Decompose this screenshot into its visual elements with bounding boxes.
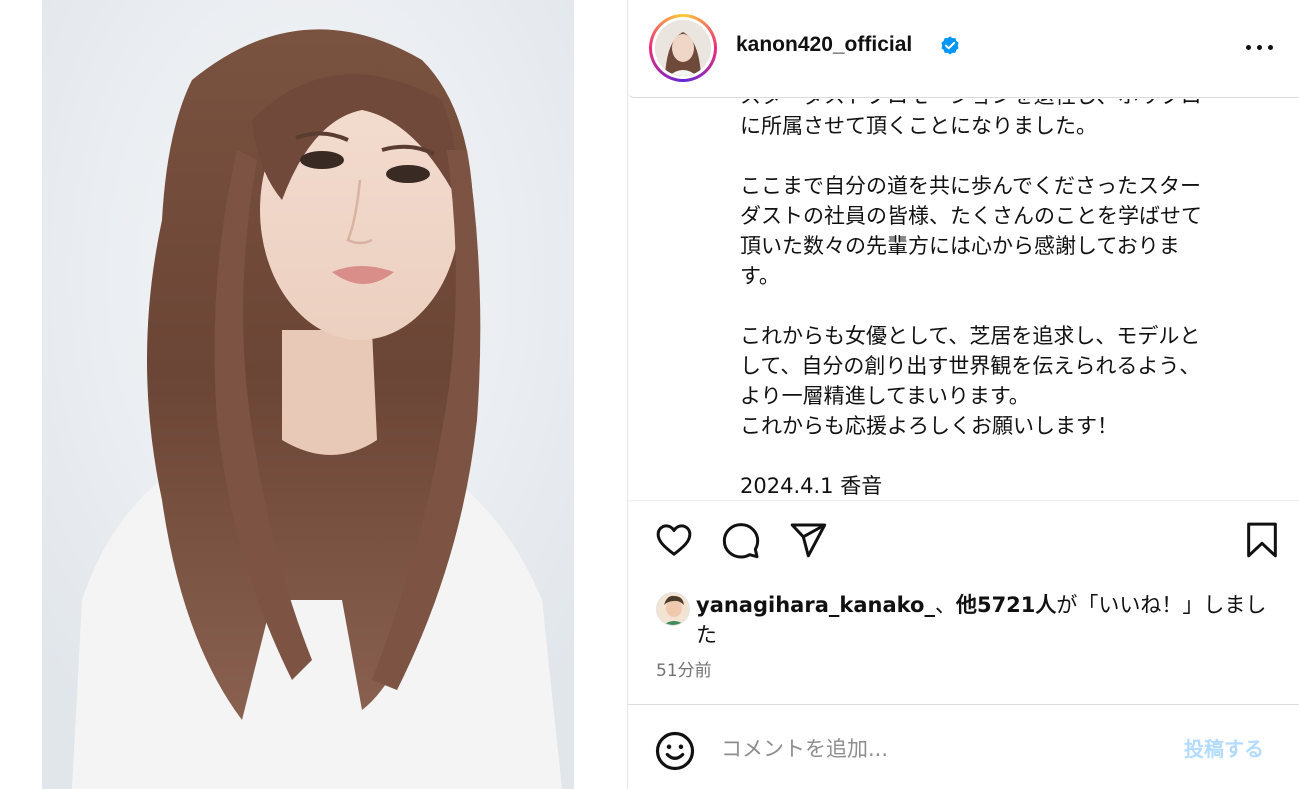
share-icon[interactable]: [788, 520, 832, 564]
likes-separator: 、: [934, 593, 956, 617]
divider: [628, 500, 1299, 501]
caption-paragraph: これからも女優として、芝居を追求し、モデルと して、自分の創り出す世界観を伝えら…: [740, 324, 1201, 438]
caption-signature: 2024.4.1 香音: [740, 474, 883, 498]
avatar[interactable]: [655, 20, 711, 76]
heart-icon[interactable]: [654, 520, 698, 564]
action-bar: [628, 520, 1299, 568]
liker-avatar[interactable]: [656, 592, 690, 626]
layout-gap: [574, 0, 627, 789]
post-header: kanon420_official: [628, 0, 1299, 98]
portrait-image: [42, 0, 574, 789]
post-detail-panel: kanon420_official スターダストプロモーションを退社し、ホリプロ…: [627, 0, 1299, 789]
comment-bar: 投稿する: [628, 704, 1299, 789]
comment-input[interactable]: [721, 731, 1161, 767]
caption-paragraph: ここまで自分の道を共に歩んでくださったスター ダストの社員の皆様、たくさんのこと…: [740, 174, 1202, 288]
story-ring[interactable]: [649, 14, 717, 82]
caption-cut-line: スターダストプロモーションを退社し、ホリプロ: [740, 99, 1285, 111]
post-timestamp[interactable]: 51分前: [656, 656, 712, 681]
likes-count-link[interactable]: 他5721人: [956, 593, 1056, 617]
verified-badge-icon: [941, 36, 959, 55]
liker-username-link[interactable]: yanagihara_kanako_: [696, 593, 935, 617]
post-photo[interactable]: [42, 0, 574, 789]
caption: スターダストプロモーションを退社し、ホリプロ に所属させて頂くことになりました。…: [740, 99, 1285, 499]
username-link[interactable]: kanon420_official: [736, 33, 912, 57]
caption-line: に所属させて頂くことになりました。: [740, 114, 1097, 138]
likes-text: yanagihara_kanako_、他5721人が「いいね！」しました: [696, 590, 1286, 650]
post-comment-button[interactable]: 投稿する: [1184, 733, 1264, 762]
left-gutter: [0, 0, 42, 789]
comment-icon[interactable]: [721, 520, 765, 564]
bookmark-icon[interactable]: [1242, 520, 1286, 564]
emoji-icon[interactable]: [654, 730, 696, 772]
more-options-icon[interactable]: [1242, 30, 1278, 64]
